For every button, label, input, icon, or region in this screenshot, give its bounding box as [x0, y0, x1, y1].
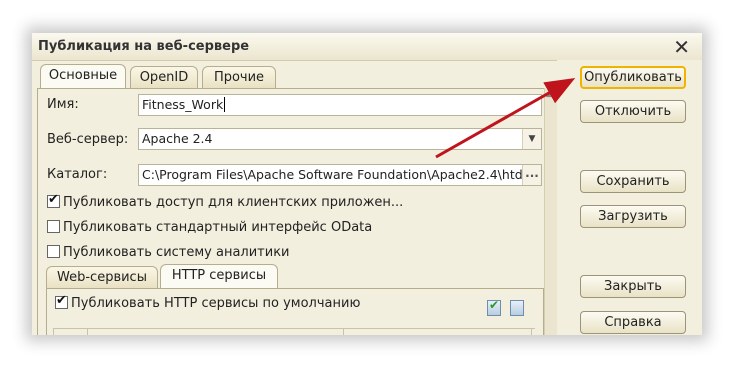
checkbox-label: Публиковать HTTP сервисы по умолчанию [71, 296, 361, 311]
dialog-title: Публикация на веб-сервере [38, 39, 250, 54]
table-column-divider [87, 328, 88, 335]
copy-icon[interactable] [510, 300, 524, 316]
table-header-line [53, 328, 535, 329]
tab-http-services[interactable]: HTTP сервисы [160, 264, 278, 290]
checkbox-label: Публиковать доступ для клиентских прилож… [63, 195, 404, 210]
catalog-input[interactable]: C:\Program Files\Apache Software Foundat… [138, 164, 542, 186]
tab-openid[interactable]: OpenID [130, 66, 198, 89]
close-icon[interactable]: ✕ [673, 35, 690, 59]
title-bar: Публикация на веб-сервере ✕ [32, 33, 702, 61]
checkbox-box[interactable]: ✔ [55, 293, 68, 309]
checkbox-odata[interactable]: Публиковать стандартный интерфейс OData [47, 220, 372, 235]
browse-button[interactable]: ... [522, 165, 541, 185]
checkbox-box[interactable] [47, 245, 60, 258]
tab-main[interactable]: Основные [40, 64, 126, 90]
checkbox-box[interactable] [47, 220, 60, 233]
catalog-value: C:\Program Files\Apache Software Foundat… [142, 167, 541, 182]
checkbox-analytics[interactable]: Публиковать систему аналитики [47, 245, 290, 260]
table-border-right [531, 328, 532, 335]
table-column-divider [343, 328, 344, 335]
text-caret [224, 97, 226, 112]
publish-button[interactable]: Опубликовать [580, 66, 686, 89]
disable-button[interactable]: Отключить [580, 100, 686, 123]
name-value: Fitness_Work [142, 97, 224, 112]
webserver-select[interactable]: Apache 2.4 ▼ [138, 128, 542, 150]
http-services-panel: ✔ Публиковать HTTP сервисы по умолчанию ✔ [46, 288, 544, 335]
webserver-value: Apache 2.4 [142, 131, 213, 146]
tab-main-label: Основные [48, 68, 118, 83]
checkbox-publish-http-default[interactable]: ✔ Публиковать HTTP сервисы по умолчанию [55, 293, 361, 311]
tab-openid-label: OpenID [139, 70, 189, 85]
catalog-label: Каталог: [47, 167, 108, 182]
name-label: Имя: [47, 97, 79, 112]
checkbox-box[interactable]: ✔ [47, 192, 60, 208]
tab-web-services[interactable]: Web-сервисы [46, 266, 158, 289]
save-button[interactable]: Сохранить [580, 170, 686, 193]
chevron-down-icon[interactable]: ▼ [522, 129, 541, 149]
checkbox-client-access[interactable]: ✔ Публиковать доступ для клиентских прило… [47, 192, 404, 210]
checkmark-icon: ✔ [56, 293, 67, 308]
check-all-icon[interactable]: ✔ [487, 298, 501, 316]
load-button[interactable]: Загрузить [580, 205, 686, 228]
checkbox-label: Публиковать стандартный интерфейс OData [63, 220, 373, 235]
tab-http-services-label: HTTP сервисы [171, 268, 267, 283]
checkbox-label: Публиковать систему аналитики [63, 245, 290, 260]
table-border-left [53, 328, 54, 335]
close-button[interactable]: Закрыть [580, 275, 686, 298]
tab-other-label: Прочие [213, 70, 265, 85]
tab-web-services-label: Web-сервисы [57, 270, 147, 285]
checkmark-icon: ✔ [48, 192, 59, 207]
help-button[interactable]: Справка [580, 311, 686, 334]
tab-other[interactable]: Прочие [202, 66, 276, 89]
publish-dialog: Публикация на веб-сервере ✕ Основные Ope… [32, 33, 702, 335]
name-input[interactable]: Fitness_Work [138, 94, 542, 116]
scroll-up-icon[interactable]: ▲ [546, 89, 553, 99]
webserver-label: Веб-сервер: [47, 132, 129, 147]
